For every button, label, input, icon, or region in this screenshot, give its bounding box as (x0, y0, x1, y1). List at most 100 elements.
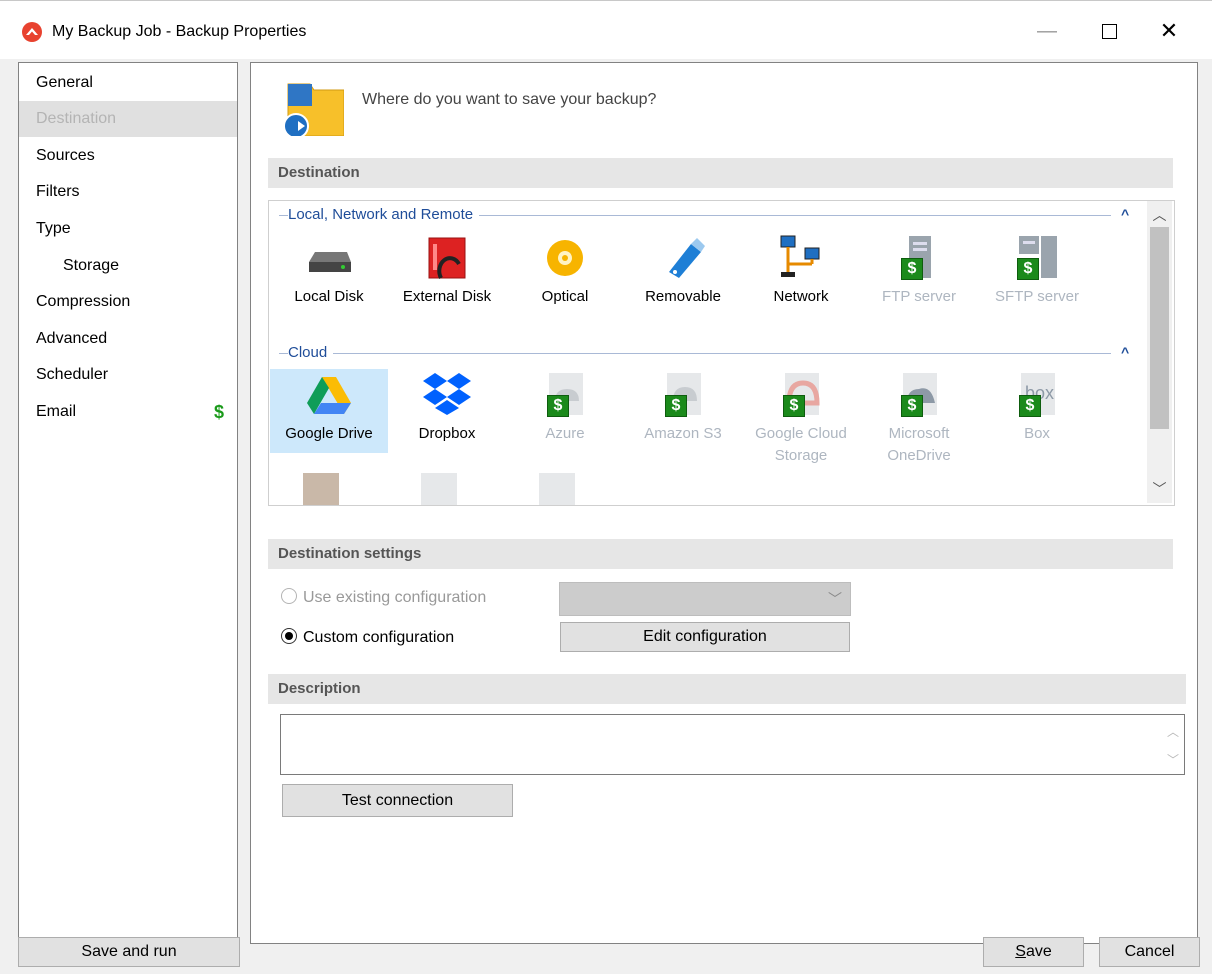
dest-label: Network (773, 288, 829, 305)
scroll-up-icon[interactable]: ︿ (1147, 205, 1172, 225)
optical-disc-icon (539, 234, 591, 280)
description-textarea[interactable]: ︿ ﹀ (280, 714, 1185, 775)
collapse-local-group-button[interactable]: ^ (1121, 206, 1129, 222)
dest-network[interactable]: Network (742, 234, 860, 308)
use-existing-radio[interactable] (281, 588, 297, 604)
test-connection-button[interactable]: Test connection (282, 784, 513, 817)
description-header: Description (268, 674, 1186, 704)
paid-feature-icon: $ (1019, 395, 1041, 417)
scroll-down-icon[interactable]: ﹀ (1147, 479, 1172, 499)
sidebar-item-label: Filters (36, 183, 80, 200)
dest-label: Google Cloud Storage (755, 425, 847, 464)
sidebar-item-general[interactable]: General (19, 65, 237, 101)
use-existing-option[interactable]: Use existing configuration (281, 588, 486, 607)
folder-arrow-icon (278, 80, 345, 139)
destination-list-scrollbar[interactable]: ︿ ﹀ (1147, 201, 1172, 503)
sidebar-item-label: Sources (36, 147, 95, 164)
sidebar-item-label: Scheduler (36, 366, 109, 383)
dest-label: External Disk (402, 288, 492, 305)
cancel-button[interactable]: Cancel (1099, 937, 1200, 967)
sidebar-item-type[interactable]: Type (19, 211, 237, 247)
dest-label: Dropbox (418, 425, 476, 442)
destination-section-header: Destination (268, 158, 1173, 188)
custom-configuration-radio[interactable] (281, 628, 297, 644)
dest-dropbox[interactable]: Dropbox (388, 371, 506, 445)
existing-configuration-select[interactable]: ﹀ (559, 582, 851, 616)
save-and-run-button[interactable]: Save and run (18, 937, 240, 967)
paid-feature-icon: $ (901, 258, 923, 280)
maximize-icon (1101, 24, 1117, 39)
destination-list: Local, Network and Remote ^ Local Disk E… (268, 200, 1175, 506)
sidebar-item-storage[interactable]: Storage (19, 248, 237, 284)
sidebar-item-label: Email (36, 403, 77, 420)
dest-local-disk[interactable]: Local Disk (270, 234, 388, 308)
edit-configuration-button[interactable]: Edit configuration (560, 622, 850, 652)
dest-ftp-server[interactable]: $ FTP server (860, 234, 978, 308)
destination-settings-header: Destination settings (268, 539, 1173, 569)
ftp-server-icon: $ (893, 234, 945, 280)
dropbox-icon (421, 371, 473, 417)
amazon-s3-icon: $ (657, 371, 709, 417)
close-button[interactable]: ✕ (1146, 13, 1192, 49)
hard-disk-icon (303, 234, 355, 280)
window-title: My Backup Job - Backup Properties (52, 23, 307, 40)
dest-sftp-server[interactable]: $ SFTP server (978, 234, 1096, 308)
custom-configuration-label: Custom configuration (303, 629, 455, 646)
save-button[interactable]: Save (983, 937, 1084, 967)
dest-box[interactable]: box $ Box (978, 371, 1096, 445)
dest-amazon-s3[interactable]: $ Amazon S3 (624, 371, 742, 445)
box-icon: box $ (1011, 371, 1063, 417)
sidebar-item-destination[interactable]: Destination (19, 101, 237, 137)
use-existing-label: Use existing configuration (303, 589, 487, 606)
sidebar-item-label: Storage (63, 257, 120, 274)
paid-feature-icon: $ (665, 395, 687, 417)
dest-external-disk[interactable]: External Disk (388, 234, 506, 308)
group-title-cloud: Cloud (288, 344, 334, 361)
dest-google-drive[interactable]: Google Drive (270, 369, 388, 453)
sidebar-item-compression[interactable]: Compression (19, 284, 237, 320)
onedrive-icon: $ (893, 371, 945, 417)
dest-label: Google Drive (285, 425, 373, 442)
partial-dest-icon (421, 473, 457, 505)
sidebar-item-advanced[interactable]: Advanced (19, 321, 237, 357)
sftp-server-icon: $ (1011, 234, 1063, 280)
dest-optical[interactable]: Optical (506, 234, 624, 308)
scroll-down-icon[interactable]: ﹀ (1167, 751, 1179, 768)
google-drive-icon (303, 371, 355, 417)
maximize-button[interactable] (1086, 13, 1132, 49)
paid-feature-icon: $ (783, 395, 805, 417)
sidebar-item-scheduler[interactable]: Scheduler (19, 357, 237, 393)
dest-label: Removable (645, 288, 721, 305)
dest-label: FTP server (882, 288, 956, 305)
minimize-button[interactable]: — (1024, 13, 1070, 49)
save-accelerator: S (1015, 943, 1026, 960)
custom-configuration-option[interactable]: Custom configuration (281, 628, 454, 647)
sidebar-item-sources[interactable]: Sources (19, 138, 237, 174)
sidebar-item-label: Type (36, 220, 71, 237)
dest-label: Optical (541, 288, 589, 305)
save-label-rest: ave (1025, 943, 1052, 960)
dest-azure[interactable]: $ Azure (506, 371, 624, 445)
collapse-cloud-group-button[interactable]: ^ (1121, 344, 1129, 360)
dest-google-cloud-storage[interactable]: $ Google Cloud Storage (742, 371, 860, 467)
settings-sidebar: General Destination Sources Filters Type… (18, 62, 238, 944)
paid-feature-icon: $ (214, 402, 225, 422)
app-logo-icon (22, 22, 42, 42)
scrollbar-thumb[interactable] (1150, 227, 1169, 429)
paid-feature-icon: $ (901, 395, 923, 417)
dest-removable[interactable]: Removable (624, 234, 742, 308)
sidebar-item-label: Compression (36, 293, 131, 310)
dest-label: Local Disk (294, 288, 364, 305)
dest-label: Microsoft OneDrive (887, 425, 951, 464)
header-question: Where do you want to save your backup? (362, 91, 657, 108)
google-cloud-icon: $ (775, 371, 827, 417)
dest-microsoft-onedrive[interactable]: $ Microsoft OneDrive (860, 371, 978, 467)
sidebar-item-filters[interactable]: Filters (19, 174, 237, 210)
sidebar-item-label: Destination (36, 110, 117, 127)
scroll-up-icon[interactable]: ︿ (1167, 723, 1179, 740)
sidebar-item-email[interactable]: Email $ (19, 394, 237, 430)
dest-label: SFTP server (995, 288, 1079, 305)
dest-label: Azure (545, 425, 585, 442)
title-bar: My Backup Job - Backup Properties — ✕ (0, 0, 1212, 59)
external-disk-icon (421, 234, 473, 280)
